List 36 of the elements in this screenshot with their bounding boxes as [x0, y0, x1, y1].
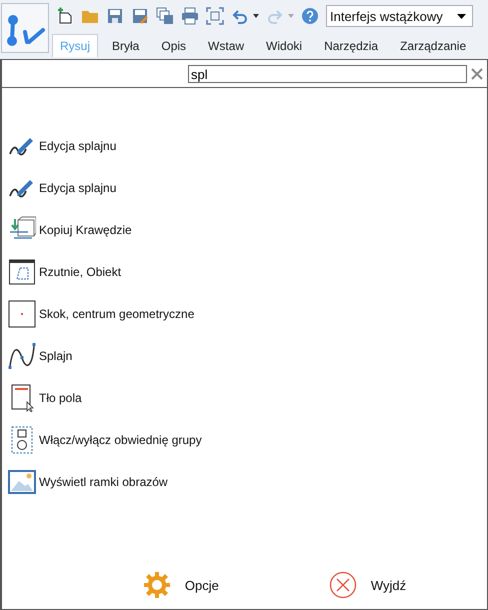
viewport-icon [8, 258, 36, 286]
exit-button[interactable]: Wyjdź [328, 571, 406, 599]
print-icon[interactable] [181, 7, 199, 25]
caret-icon [457, 14, 466, 18]
command-item[interactable]: Tło pola [39, 391, 82, 405]
help-icon[interactable] [301, 7, 319, 25]
command-item[interactable]: Kopiuj Krawędzie [39, 223, 132, 237]
command-item[interactable]: Edycja splajnu [39, 181, 116, 195]
interface-dropdown[interactable]: Interfejs wstążkowy [326, 5, 473, 27]
command-item[interactable]: Rzutnie, Obiekt [39, 265, 122, 279]
close-icon [328, 571, 357, 599]
command-item[interactable]: Włącz/wyłącz obwiednię grupy [39, 433, 202, 447]
ribbon-tab[interactable]: Widoki [258, 34, 310, 57]
settings-icon [142, 571, 171, 599]
command-item[interactable]: Edycja splajnu [39, 139, 116, 153]
save-as-icon[interactable] [131, 7, 149, 25]
command-item[interactable]: Skok, centrum geometryczne [39, 307, 194, 321]
options-button[interactable]: Opcje [142, 571, 219, 599]
new-file-icon[interactable] [56, 7, 74, 25]
save-icon[interactable] [106, 7, 124, 25]
command-item[interactable]: Wyświetl ramki obrazów [39, 475, 168, 489]
ribbon-tab[interactable]: Bryła [104, 34, 148, 57]
zoom-extents-icon[interactable] [206, 7, 224, 25]
image-frame-icon [8, 468, 36, 496]
save-all-icon[interactable] [156, 7, 174, 25]
close-icon[interactable] [471, 68, 483, 80]
search-field[interactable]: spl [188, 65, 467, 83]
caret-icon[interactable] [253, 14, 259, 18]
ribbon-tab[interactable]: Narzędzia [316, 34, 386, 57]
app-logo[interactable] [1, 3, 49, 53]
ribbon-tab[interactable]: Opis [153, 34, 194, 57]
ribbon-tab[interactable]: Zarządzanie [392, 34, 474, 57]
ribbon-tab[interactable]: Wstaw [200, 34, 252, 57]
center-point-icon [8, 300, 36, 328]
command-item[interactable]: Splajn [39, 349, 72, 363]
spline-icon [8, 342, 36, 370]
